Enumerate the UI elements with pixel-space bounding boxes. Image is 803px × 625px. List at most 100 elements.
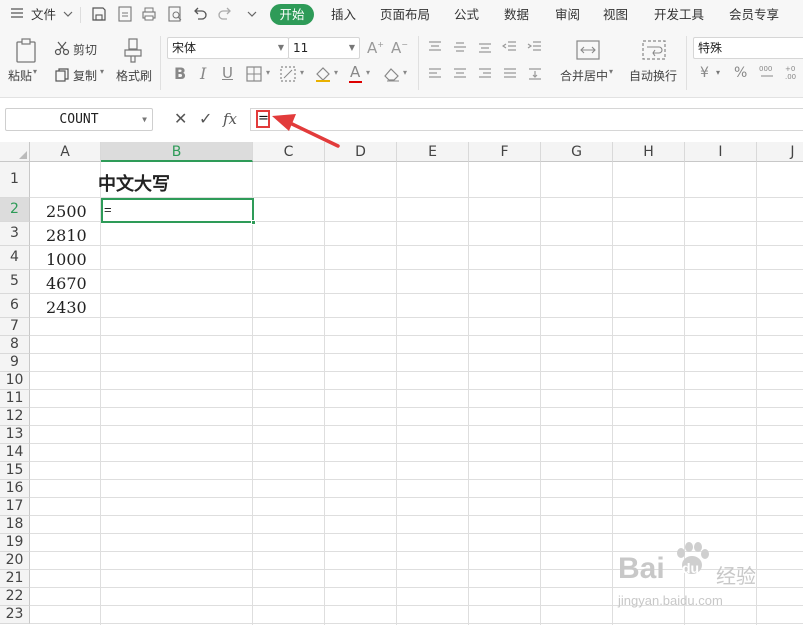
chevron-down-icon[interactable]: ▾ xyxy=(716,68,720,77)
row-header-19[interactable]: 19 xyxy=(0,534,30,552)
print-icon[interactable] xyxy=(140,5,158,23)
tab-member[interactable]: 会员专享 xyxy=(729,5,779,25)
column-header-e[interactable]: E xyxy=(397,142,469,162)
row-header-11[interactable]: 11 xyxy=(0,390,30,408)
cell-a4[interactable]: 1000 xyxy=(46,250,87,269)
customize-quick-access-icon[interactable] xyxy=(243,5,261,23)
italic-icon[interactable]: I xyxy=(200,64,206,83)
align-middle-icon[interactable] xyxy=(452,40,468,54)
format-painter-button[interactable]: 格式刷 xyxy=(116,67,152,84)
hamburger-menu-icon[interactable] xyxy=(10,5,24,25)
underline-icon[interactable]: U xyxy=(222,64,233,82)
cell-b1[interactable]: 中文大写 xyxy=(98,170,170,196)
align-center-icon[interactable] xyxy=(452,67,468,81)
row-header-14[interactable]: 14 xyxy=(0,444,30,462)
copy-dropdown-icon[interactable]: ▾ xyxy=(100,67,104,76)
row-header-6[interactable]: 6 xyxy=(0,294,30,318)
confirm-entry-icon[interactable]: ✓ xyxy=(199,108,212,130)
save-icon[interactable] xyxy=(90,5,108,23)
thousands-separator-icon[interactable]: 000 xyxy=(758,63,776,81)
bold-icon[interactable]: B xyxy=(174,64,186,83)
cell-style-icon[interactable] xyxy=(280,66,298,82)
row-header-4[interactable]: 4 xyxy=(0,246,30,270)
column-header-d[interactable]: D xyxy=(325,142,397,162)
distributed-align-icon[interactable] xyxy=(527,67,543,81)
cell-a2[interactable]: 2500 xyxy=(46,202,87,221)
row-header-1[interactable]: 1 xyxy=(0,162,30,198)
row-header-18[interactable]: 18 xyxy=(0,516,30,534)
decrease-indent-icon[interactable] xyxy=(502,40,518,54)
row-header-17[interactable]: 17 xyxy=(0,498,30,516)
align-top-icon[interactable] xyxy=(427,40,443,54)
wrap-text-button[interactable]: 自动换行 xyxy=(629,67,677,84)
row-header-20[interactable]: 20 xyxy=(0,552,30,570)
select-all-corner[interactable] xyxy=(0,142,30,162)
chevron-down-icon[interactable]: ▾ xyxy=(403,68,407,77)
column-header-c[interactable]: C xyxy=(253,142,325,162)
align-bottom-icon[interactable] xyxy=(477,40,493,54)
chevron-down-icon[interactable]: ▾ xyxy=(300,68,304,77)
fill-handle[interactable] xyxy=(251,220,256,225)
row-header-3[interactable]: 3 xyxy=(0,222,30,246)
row-header-21[interactable]: 21 xyxy=(0,570,30,588)
increase-indent-icon[interactable] xyxy=(527,40,543,54)
row-header-9[interactable]: 9 xyxy=(0,354,30,372)
column-header-b[interactable]: B xyxy=(101,142,253,162)
increase-font-size-icon[interactable]: A+ xyxy=(367,39,384,57)
font-name-select[interactable]: 宋体 ▼ xyxy=(167,37,289,59)
column-header-g[interactable]: G xyxy=(541,142,613,162)
copy-button[interactable]: 复制 xyxy=(73,67,97,84)
row-header-10[interactable]: 10 xyxy=(0,372,30,390)
column-header-i[interactable]: I xyxy=(685,142,757,162)
cancel-entry-icon[interactable]: ✕ xyxy=(174,108,187,130)
number-format-select[interactable]: 特殊 xyxy=(693,37,803,59)
clear-format-icon[interactable] xyxy=(383,66,401,82)
redo-icon[interactable] xyxy=(216,5,234,23)
tab-review[interactable]: 审阅 xyxy=(555,5,580,25)
chevron-down-icon[interactable]: ▾ xyxy=(609,67,613,76)
row-header-15[interactable]: 15 xyxy=(0,462,30,480)
paste-dropdown-icon[interactable]: ▾ xyxy=(33,67,37,76)
cell-a3[interactable]: 2810 xyxy=(46,226,87,245)
format-painter-icon[interactable] xyxy=(121,38,145,64)
copy-icon[interactable] xyxy=(54,67,70,83)
formula-input[interactable] xyxy=(250,108,803,131)
cut-button[interactable]: 剪切 xyxy=(73,41,97,58)
merge-center-icon[interactable] xyxy=(575,38,601,62)
chevron-down-icon[interactable]: ▾ xyxy=(266,68,270,77)
row-header-22[interactable]: 22 xyxy=(0,588,30,606)
currency-format-button[interactable]: ¥ xyxy=(700,65,709,81)
cell-a5[interactable]: 4670 xyxy=(46,274,87,293)
column-header-h[interactable]: H xyxy=(613,142,685,162)
tab-home[interactable]: 开始 xyxy=(270,4,314,25)
tab-data[interactable]: 数据 xyxy=(504,5,529,25)
row-header-23[interactable]: 23 xyxy=(0,606,30,624)
tab-page-layout[interactable]: 页面布局 xyxy=(380,5,430,25)
font-color-icon[interactable]: A xyxy=(350,63,360,81)
percent-format-button[interactable]: % xyxy=(734,65,747,81)
row-header-5[interactable]: 5 xyxy=(0,270,30,294)
print-preview-icon[interactable] xyxy=(166,5,184,23)
font-size-select[interactable]: 11 ▼ xyxy=(288,37,360,59)
align-left-icon[interactable] xyxy=(427,67,443,81)
chevron-down-icon[interactable]: ▾ xyxy=(366,68,370,77)
tab-view[interactable]: 视图 xyxy=(603,5,628,25)
cell-a6[interactable]: 2430 xyxy=(46,298,87,317)
paste-icon[interactable] xyxy=(14,38,38,64)
column-header-f[interactable]: F xyxy=(469,142,541,162)
borders-icon[interactable] xyxy=(246,66,264,82)
increase-decimal-icon[interactable]: +0.00 xyxy=(784,63,802,81)
undo-icon[interactable] xyxy=(191,5,209,23)
tab-developer[interactable]: 开发工具 xyxy=(654,5,704,25)
name-box[interactable]: COUNT ▼ xyxy=(5,108,153,131)
justify-icon[interactable] xyxy=(502,67,518,81)
align-right-icon[interactable] xyxy=(477,67,493,81)
tab-insert[interactable]: 插入 xyxy=(331,5,356,25)
row-header-13[interactable]: 13 xyxy=(0,426,30,444)
fill-color-icon[interactable] xyxy=(314,66,332,82)
column-header-a[interactable]: A xyxy=(30,142,101,162)
chevron-down-icon[interactable] xyxy=(63,5,73,25)
active-cell-b2[interactable]: = xyxy=(101,198,256,225)
row-header-7[interactable]: 7 xyxy=(0,318,30,336)
file-menu[interactable]: 文件 xyxy=(31,5,56,25)
